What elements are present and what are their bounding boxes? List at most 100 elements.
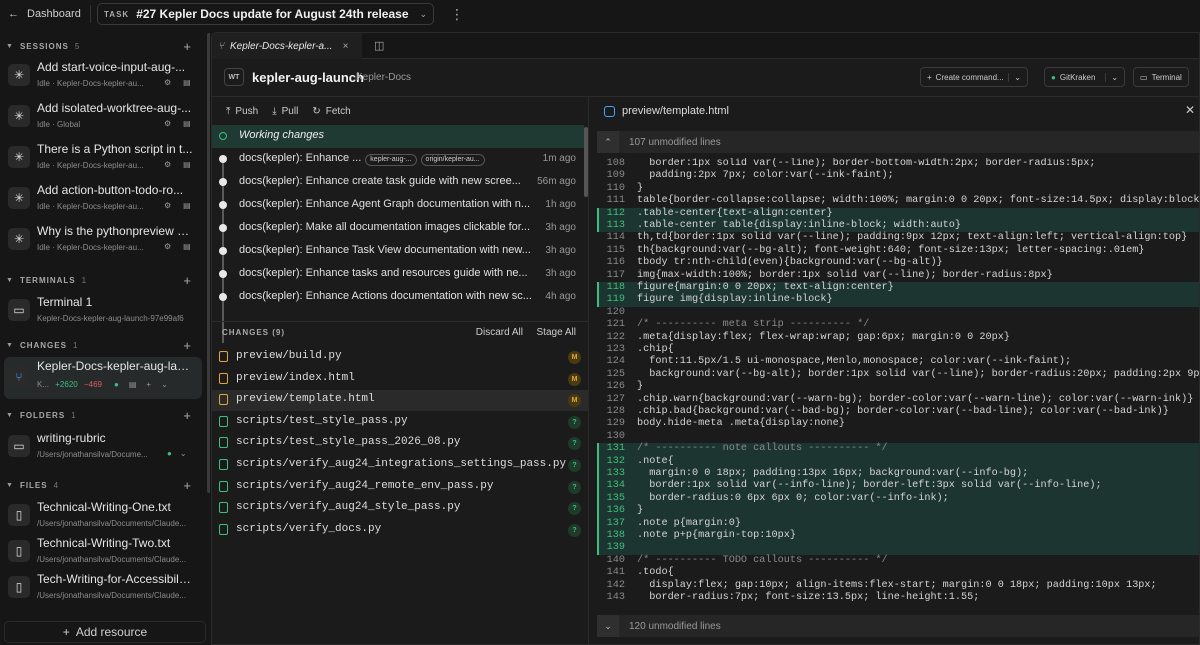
- file-item[interactable]: ▯ Tech-Writing-for-Accessibility... /Users…: [4, 570, 202, 608]
- session-item[interactable]: ✳ Add isolated-worktree-aug-... Idle · Glo…: [4, 99, 202, 137]
- archive-icon[interactable]: ▤: [183, 242, 191, 251]
- close-icon[interactable]: ✕: [1185, 103, 1195, 117]
- changed-file-row[interactable]: scripts/test_style_pass_2026_08.py?: [212, 433, 589, 454]
- discard-all-button[interactable]: Discard All: [476, 327, 523, 338]
- file-path: /Users/jonathansilva/Documents/Claude...: [37, 591, 186, 600]
- line-number: 125: [606, 368, 625, 380]
- terminal-button[interactable]: ▭ Terminal: [1133, 67, 1189, 87]
- fold-top[interactable]: ⌃ 107 unmodified lines: [597, 131, 1199, 153]
- changed-file-row[interactable]: scripts/verify_aug24_integrations_settin…: [212, 455, 589, 476]
- files-section-header[interactable]: ▼ FILES 4 +: [0, 475, 200, 495]
- branch-chip: kepler-aug-...: [365, 153, 417, 166]
- more-options-icon[interactable]: ⋮: [450, 6, 464, 23]
- expand-up-icon[interactable]: ⌃: [597, 131, 619, 153]
- file-status-badge: ?: [568, 415, 581, 429]
- file-item[interactable]: ▯ Technical-Writing-One.txt/Users/jonatha…: [4, 498, 202, 536]
- chevron-down-icon[interactable]: ⌄: [180, 449, 187, 458]
- commit-row[interactable]: docs(kepler): Enhance create task guide …: [212, 171, 584, 194]
- add-session-icon[interactable]: +: [183, 39, 192, 54]
- gitkraken-button[interactable]: ● GitKraken ⌄: [1044, 67, 1126, 87]
- commit-row[interactable]: docs(kepler): Enhance Task View document…: [212, 240, 584, 263]
- tab-worktree[interactable]: ⑂ Kepler-Docs-kepler-a... ×: [212, 33, 362, 59]
- archive-icon[interactable]: ▤: [183, 119, 191, 128]
- code-text: .todo{: [637, 567, 674, 579]
- commit-message: docs(kepler): Enhance Actions documentat…: [239, 290, 532, 302]
- gear-icon[interactable]: ⚙: [164, 160, 171, 169]
- dashboard-button[interactable]: ← Dashboard: [0, 8, 90, 20]
- push-button[interactable]: ⤒ Push: [226, 106, 258, 117]
- add-change-icon[interactable]: +: [183, 338, 192, 353]
- commit-dot: [219, 224, 227, 232]
- code-line: 119 figure img{display:inline-block}: [597, 294, 1199, 308]
- gitkraken-icon[interactable]: ●: [167, 449, 172, 458]
- archive-icon[interactable]: ▤: [183, 78, 191, 87]
- gear-icon[interactable]: ⚙: [164, 201, 171, 210]
- changed-file-row[interactable]: scripts/verify_aug24_style_pass.py?: [212, 498, 589, 519]
- split-view-icon[interactable]: ◫: [374, 39, 384, 52]
- gitkraken-icon[interactable]: ●: [114, 380, 119, 389]
- expand-down-icon[interactable]: ⌄: [597, 615, 619, 637]
- archive-icon[interactable]: ▤: [183, 201, 191, 210]
- gear-icon[interactable]: ⚙: [164, 78, 171, 87]
- sessions-section-header[interactable]: ▼ SESSIONS 5 +: [0, 36, 200, 56]
- changes-item[interactable]: ⑂ Kepler-Docs-kepler-aug-laun... K... +2…: [4, 357, 202, 399]
- gear-icon[interactable]: ⚙: [164, 242, 171, 251]
- fold-bottom[interactable]: ⌄ 120 unmodified lines: [597, 615, 1199, 637]
- archive-icon[interactable]: ▤: [129, 380, 137, 389]
- pull-button[interactable]: ⤓ Pull: [272, 106, 298, 117]
- folder-icon: ▭: [8, 435, 30, 457]
- session-item[interactable]: ✳ Why is the pythonpreview n... Idle · Kep…: [4, 222, 202, 260]
- gitkraken-label: GitKraken: [1059, 72, 1096, 82]
- terminals-section-header[interactable]: ▼ TERMINALS 1 +: [0, 270, 200, 290]
- file-item[interactable]: ▯ Technical-Writing-Two.txt/Users/jonatha…: [4, 534, 202, 572]
- close-icon[interactable]: ×: [342, 41, 348, 52]
- session-item[interactable]: ✳ There is a Python script in t... Idle · …: [4, 140, 202, 178]
- commit-row[interactable]: docs(kepler): Enhance Agent Graph docume…: [212, 194, 584, 217]
- fetch-label: Fetch: [325, 105, 351, 117]
- sidebar-scrollbar[interactable]: [207, 33, 210, 493]
- commit-time: 3h ago: [545, 268, 576, 279]
- gear-icon[interactable]: ⚙: [164, 119, 171, 128]
- changed-file-row[interactable]: scripts/verify_docs.py?: [212, 520, 589, 541]
- session-item[interactable]: ✳ Add start-voice-input-aug-... Idle · Kep…: [4, 58, 202, 96]
- add-terminal-icon[interactable]: +: [183, 273, 192, 288]
- working-changes-row[interactable]: Working changes: [212, 125, 584, 148]
- task-selector[interactable]: TASK #27 Kepler Docs update for August 2…: [97, 3, 435, 25]
- code-text: border-radius:0 6px 6px 0; color:var(--i…: [637, 492, 949, 504]
- commit-row[interactable]: docs(kepler): Enhance Actions documentat…: [212, 286, 584, 309]
- archive-icon[interactable]: ▤: [183, 160, 191, 169]
- terminal-subtitle: Kepler-Docs-kepler-aug-launch-97e99af6: [37, 314, 184, 323]
- changed-file-row[interactable]: scripts/test_style_pass.py?: [212, 412, 589, 433]
- commit-row[interactable]: docs(kepler): Enhance tasks and resource…: [212, 263, 584, 286]
- changed-file-row[interactable]: preview/template.html M: [212, 390, 589, 412]
- line-number: 129: [606, 418, 625, 430]
- commit-row[interactable]: docs(kepler): Make all documentation ima…: [212, 217, 584, 240]
- chevron-down-icon[interactable]: ⌄: [161, 380, 168, 389]
- terminal-item[interactable]: ▭ Terminal 1 Kepler-Docs-kepler-aug-laun…: [4, 293, 202, 331]
- changed-file-row[interactable]: scripts/verify_aug24_remote_env_pass.py?: [212, 477, 589, 498]
- commit-scrollbar[interactable]: [584, 127, 588, 197]
- code-text: .note p{margin:0}: [637, 517, 741, 529]
- chevron-down-icon[interactable]: ⌄: [1105, 72, 1118, 82]
- folders-section-header[interactable]: ▼ FOLDERS 1 +: [0, 405, 200, 425]
- changes-section-header[interactable]: ▼ CHANGES 1 +: [0, 335, 200, 355]
- session-item[interactable]: ✳ Add action-button-todo-ro... Idle · Kepl…: [4, 181, 202, 219]
- code-area[interactable]: 108 border:1px solid var(--line); border…: [597, 158, 1199, 604]
- code-line: 134 border:1px solid var(--info-line); b…: [597, 480, 1199, 494]
- code-text: border-radius:7px; font-size:13.5px; lin…: [637, 592, 980, 603]
- line-number: 139: [606, 542, 625, 554]
- app-window: ← Dashboard TASK #27 Kepler Docs update …: [0, 0, 1200, 645]
- fetch-button[interactable]: ↻ Fetch: [312, 106, 350, 117]
- lines-removed: −469: [83, 380, 102, 389]
- folder-item[interactable]: ▭ writing-rubric /Users/jonathansilva/Do…: [4, 429, 202, 467]
- add-file-icon[interactable]: +: [183, 478, 192, 493]
- changed-file-row[interactable]: preview/index.html M: [212, 369, 589, 390]
- add-folder-icon[interactable]: +: [183, 408, 192, 423]
- changed-file-row[interactable]: preview/build.py M: [212, 347, 589, 368]
- add-resource-button[interactable]: + Add resource: [4, 621, 206, 643]
- create-command-button[interactable]: + Create command... ⌄: [920, 67, 1028, 87]
- commit-row[interactable]: docs(kepler): Enhance ... kepler-aug-... o…: [212, 148, 584, 171]
- chevron-down-icon[interactable]: ⌄: [1008, 72, 1021, 82]
- add-icon[interactable]: +: [146, 380, 151, 389]
- stage-all-button[interactable]: Stage All: [537, 327, 576, 338]
